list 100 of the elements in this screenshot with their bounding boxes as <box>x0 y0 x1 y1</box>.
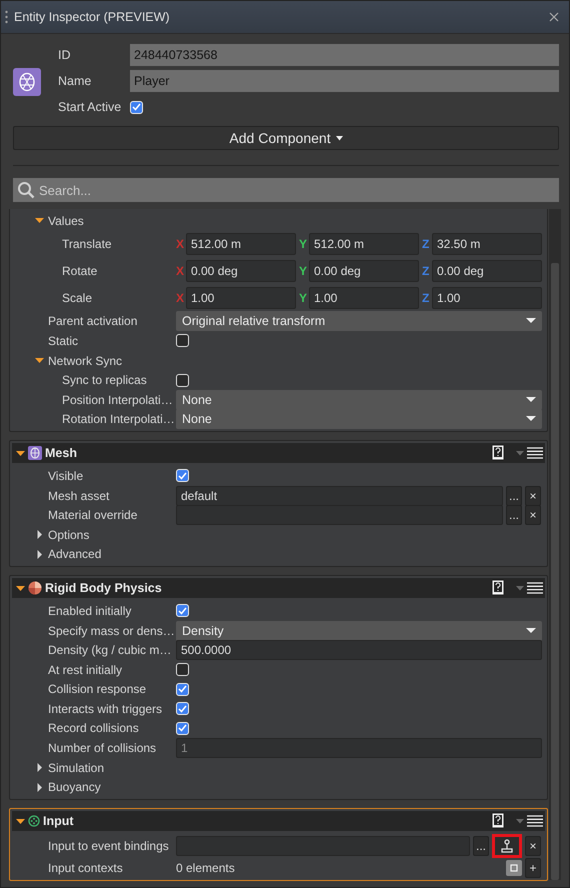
caret-icon <box>336 136 343 140</box>
number-field[interactable]: 0.00 deg <box>186 260 296 282</box>
menu-icon[interactable] <box>527 815 543 828</box>
checkbox[interactable] <box>176 682 189 696</box>
dropdown[interactable]: None <box>176 409 542 430</box>
property-label: Enabled initially <box>48 604 132 618</box>
collapse-arrow-icon[interactable] <box>35 782 44 792</box>
clear-all-icon[interactable] <box>506 860 522 876</box>
property-label: Position Interpolati… <box>62 392 173 407</box>
axis-label: X <box>176 291 185 306</box>
physics-icon <box>28 581 42 596</box>
group-label[interactable]: Options <box>48 528 90 542</box>
property-label: Scale <box>62 291 92 306</box>
property-label: Material override <box>48 508 138 522</box>
dropdown[interactable]: Density <box>176 620 542 641</box>
axis-label: Z <box>422 264 430 278</box>
text-field[interactable]: 248440733568 <box>130 44 559 66</box>
property-label: Rotation Interpolati… <box>62 412 175 426</box>
asset-field[interactable] <box>176 505 503 526</box>
property-label: Interacts with triggers <box>48 702 162 716</box>
group-label[interactable]: Values <box>48 214 84 228</box>
clear-button[interactable]: × <box>525 505 541 526</box>
field-label: ID <box>58 48 72 62</box>
joystick-icon <box>500 838 514 854</box>
number-field[interactable]: 1.00 <box>186 287 296 310</box>
number-field[interactable]: 0.00 deg <box>309 260 419 282</box>
dropdown-arrow-icon[interactable] <box>516 450 524 456</box>
axis-label: Y <box>299 237 308 252</box>
property-label: Mesh asset <box>48 488 110 503</box>
asset-field[interactable]: default <box>176 486 503 506</box>
group-label[interactable]: Advanced <box>48 547 102 562</box>
expand-arrow-icon[interactable] <box>35 356 44 366</box>
browse-button[interactable]: ... <box>472 836 489 856</box>
component-header[interactable]: Rigid Body Physics <box>12 578 545 598</box>
joystick-button[interactable] <box>492 834 522 858</box>
property-label: Input to event bindings <box>48 839 169 854</box>
group-label[interactable]: Buoyancy <box>48 780 101 794</box>
checkbox[interactable] <box>176 722 189 735</box>
component-title: Mesh <box>45 446 78 460</box>
text-field[interactable]: 500.0000 <box>176 640 542 660</box>
property-label: Specify mass or dens… <box>48 624 175 638</box>
group-label[interactable]: Simulation <box>48 760 104 775</box>
number-field[interactable]: 0.00 deg <box>432 260 542 282</box>
expand-arrow-icon[interactable] <box>16 816 25 826</box>
number-field[interactable]: 512.00 m <box>309 233 419 256</box>
expand-arrow-icon[interactable] <box>35 216 44 226</box>
number-field[interactable]: 1.00 <box>432 287 542 310</box>
checkbox[interactable] <box>176 604 189 618</box>
help-icon[interactable] <box>492 813 504 830</box>
collapse-arrow-icon[interactable] <box>35 763 44 772</box>
property-label: Collision response <box>48 682 146 696</box>
number-field[interactable]: 32.50 m <box>432 233 542 256</box>
checkbox[interactable] <box>176 469 189 482</box>
window-title: Entity Inspector (PREVIEW) <box>14 10 171 24</box>
scrollbar[interactable] <box>549 209 561 880</box>
add-button[interactable]: + <box>525 858 541 878</box>
checkbox[interactable] <box>176 374 189 387</box>
dropdown[interactable]: None <box>176 390 542 410</box>
component-title: Input <box>43 814 75 828</box>
number-field[interactable]: 512.00 m <box>186 233 296 256</box>
component-header[interactable]: Mesh <box>12 443 545 464</box>
browse-button[interactable]: ... <box>506 486 522 506</box>
binding-field[interactable] <box>176 836 470 856</box>
property-label: Sync to replicas <box>62 373 147 388</box>
gamepad-icon <box>28 815 40 828</box>
property-label: Record collisions <box>48 721 139 736</box>
number-field[interactable]: 1.00 <box>309 287 419 310</box>
clear-button[interactable]: × <box>525 486 541 506</box>
dropdown-arrow-icon <box>526 416 536 422</box>
browse-button[interactable]: ... <box>506 505 522 526</box>
menu-icon[interactable] <box>527 582 543 594</box>
group-label[interactable]: Network Sync <box>48 354 122 368</box>
grip-icon[interactable] <box>5 10 8 24</box>
dropdown-arrow-icon[interactable] <box>516 818 524 824</box>
close-icon[interactable] <box>549 12 559 22</box>
menu-icon[interactable] <box>527 447 543 460</box>
component-header[interactable]: Input <box>12 811 545 832</box>
dropdown[interactable]: Original relative transform <box>176 311 542 332</box>
help-icon[interactable] <box>492 445 504 462</box>
checkbox[interactable] <box>176 663 189 676</box>
clear-button[interactable]: × <box>525 836 541 856</box>
add-component-button[interactable]: Add Component <box>13 126 559 150</box>
element-count: 0 elements <box>176 860 236 875</box>
collapse-arrow-icon[interactable] <box>35 550 44 559</box>
property-label: Input contexts <box>48 860 123 875</box>
axis-label: Z <box>422 237 430 252</box>
search-field[interactable]: Search... <box>13 178 559 202</box>
expand-arrow-icon[interactable] <box>16 448 25 458</box>
checkbox[interactable] <box>176 334 189 348</box>
dropdown-arrow-icon[interactable] <box>516 586 524 591</box>
collapse-arrow-icon[interactable] <box>35 530 44 540</box>
help-icon[interactable] <box>492 580 504 596</box>
component-title: Rigid Body Physics <box>45 581 163 596</box>
checkbox[interactable] <box>176 702 189 716</box>
dropdown-arrow-icon <box>526 396 536 403</box>
text-field[interactable]: Player <box>130 70 559 92</box>
axis-label: X <box>176 264 185 278</box>
checkbox[interactable] <box>130 100 143 114</box>
expand-arrow-icon[interactable] <box>16 584 25 593</box>
property-label: Translate <box>62 237 112 252</box>
